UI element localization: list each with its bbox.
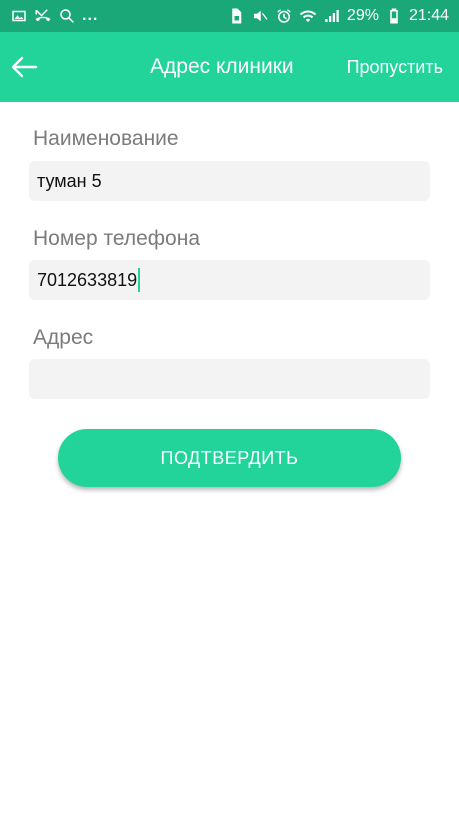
battery-icon [385,7,403,25]
wifi-icon [299,7,317,25]
back-button[interactable] [4,47,44,87]
status-bar: ... 29% 21:44 [0,0,459,32]
app-bar: Адрес клиники Пропустить [0,32,459,102]
missed-call-icon [34,7,52,25]
image-icon [10,7,28,25]
arrow-left-icon [11,56,38,78]
name-label: Наименование [33,127,179,150]
page-title: Адрес клиники [150,55,294,78]
search-icon [58,7,76,25]
skip-button[interactable]: Пропустить [347,57,443,78]
address-label: Адрес [33,326,94,349]
signal-icon [323,7,341,25]
overflow-indicator: ... [82,7,99,24]
mute-icon [251,7,269,25]
alarm-icon [275,7,293,25]
name-input[interactable] [29,161,430,201]
status-left-group: ... [10,7,98,25]
sim-icon [227,7,245,25]
status-right-group: 29% 21:44 [227,7,449,25]
phone-label: Номер телефона [33,227,201,250]
phone-input[interactable] [29,260,430,300]
clock: 21:44 [408,7,449,24]
battery-percentage: 29% [346,7,379,24]
text-cursor [138,268,140,292]
address-input[interactable] [29,359,430,399]
confirm-button[interactable]: ПОДТВЕРДИТЬ [58,429,401,487]
